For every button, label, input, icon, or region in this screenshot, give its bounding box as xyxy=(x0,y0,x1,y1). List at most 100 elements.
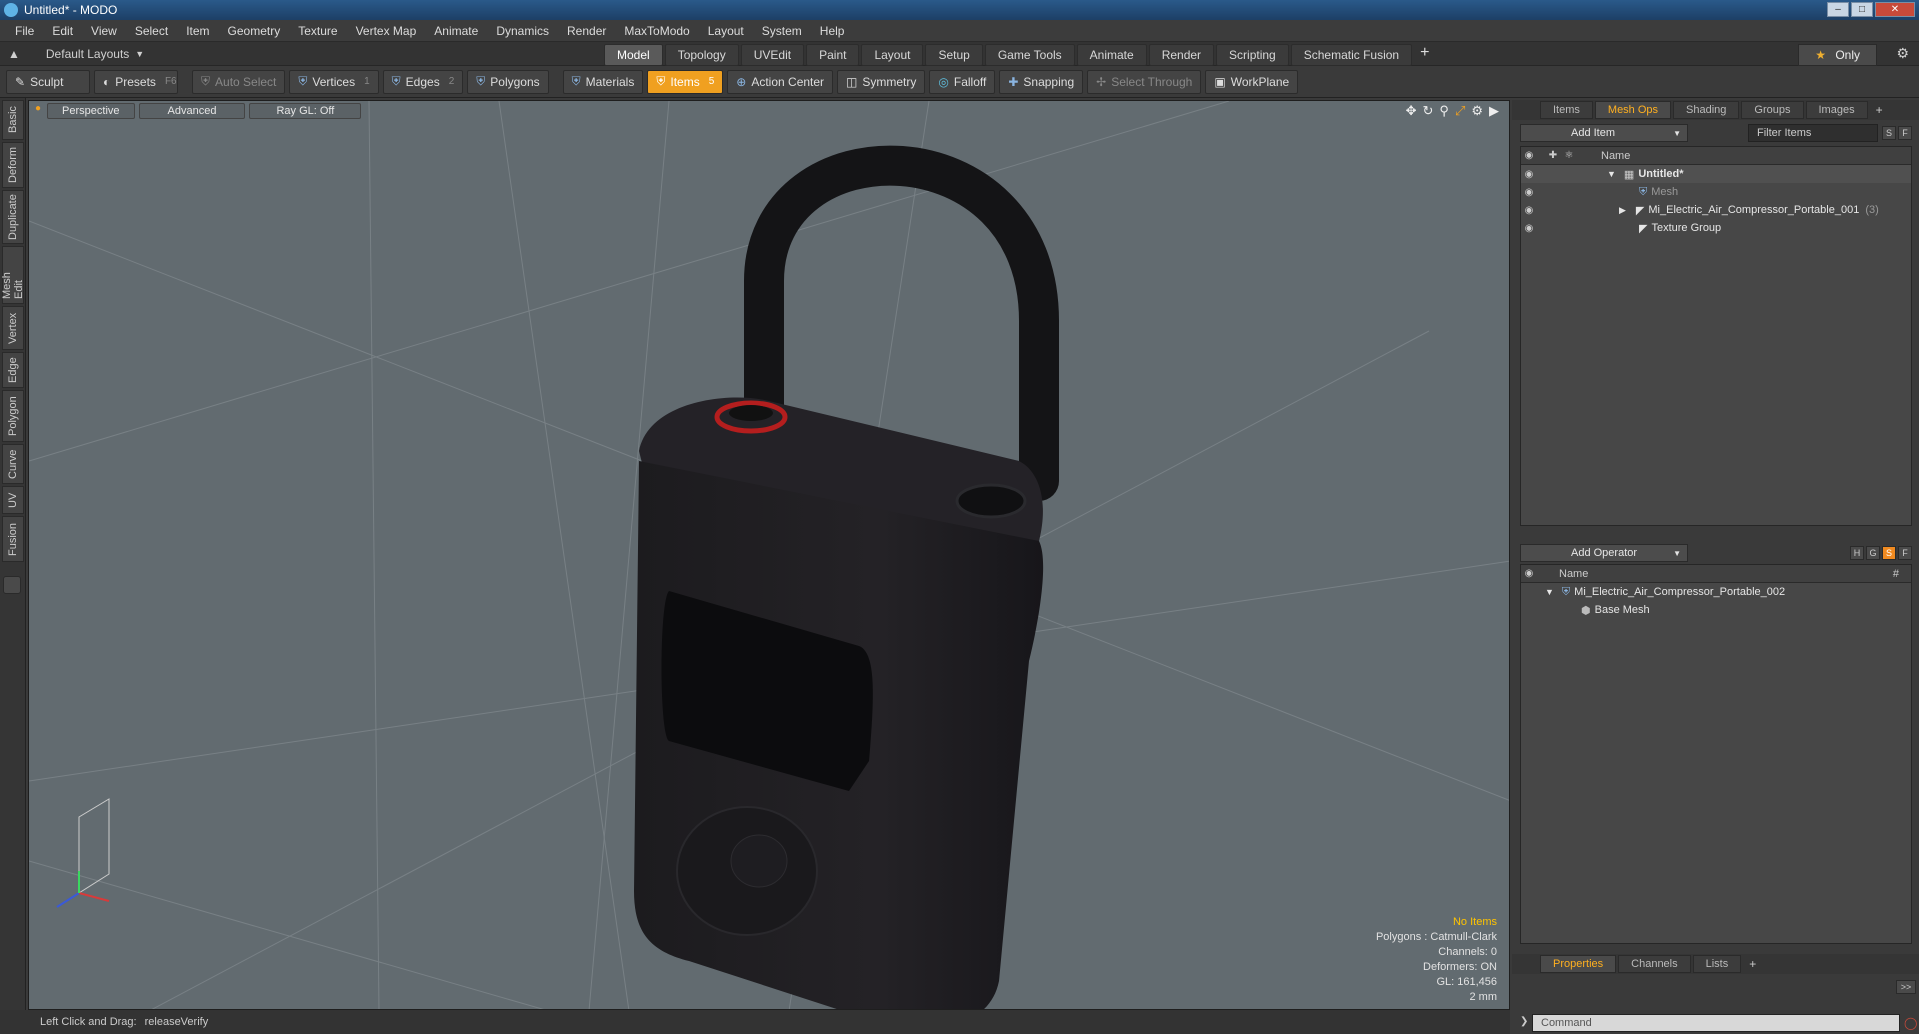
menu-animate[interactable]: Animate xyxy=(425,24,487,38)
tab-paint[interactable]: Paint xyxy=(806,44,860,66)
vtab-deform[interactable]: Deform xyxy=(2,142,24,188)
menu-texture[interactable]: Texture xyxy=(289,24,346,38)
operator-list[interactable]: ◉ Name # ▼ ⛨ Mi_Electric_Air_Compressor_… xyxy=(1520,564,1912,944)
list-item[interactable]: ▼ ⛨ Mi_Electric_Air_Compressor_Portable_… xyxy=(1521,583,1911,601)
auto-select-button[interactable]: ⛨ Auto Select xyxy=(192,69,286,94)
symmetry-button[interactable]: ◫ Symmetry xyxy=(837,69,926,94)
left-tabs-toggle[interactable] xyxy=(3,576,21,594)
menu-vertex-map[interactable]: Vertex Map xyxy=(347,24,426,38)
vtab-fusion[interactable]: Fusion xyxy=(2,516,24,562)
h-button[interactable]: H xyxy=(1850,546,1864,560)
tab-model[interactable]: Model xyxy=(604,44,663,66)
perspective-button[interactable]: Perspective xyxy=(47,103,135,119)
viewport-menu-icon[interactable]: ▶ xyxy=(1489,103,1499,119)
visibility-eye-icon[interactable]: ◉ xyxy=(1521,219,1537,237)
g-button[interactable]: G xyxy=(1866,546,1880,560)
visibility-eye-icon[interactable]: ◉ xyxy=(1521,165,1537,183)
add-item-button[interactable]: Add Item ▼ xyxy=(1520,124,1688,142)
materials-button[interactable]: ⛨ Materials xyxy=(562,69,644,94)
menu-render[interactable]: Render xyxy=(558,24,615,38)
expand-arrow-icon[interactable]: ▶ xyxy=(1619,205,1626,216)
tab-setup[interactable]: Setup xyxy=(925,44,983,66)
command-input[interactable]: Command xyxy=(1532,1014,1900,1032)
add-panel-tab-button[interactable]: + xyxy=(1876,103,1883,117)
tab-animate[interactable]: Animate xyxy=(1076,44,1147,66)
tab-scripting[interactable]: Scripting xyxy=(1216,44,1289,66)
vtab-vertex[interactable]: Vertex xyxy=(2,306,24,350)
menu-help[interactable]: Help xyxy=(811,24,854,38)
tab-groups[interactable]: Groups xyxy=(1741,101,1804,119)
tab-game-tools[interactable]: Game Tools xyxy=(984,44,1075,66)
vtab-uv[interactable]: UV xyxy=(2,486,24,514)
visibility-eye-icon[interactable]: ◉ xyxy=(1521,183,1537,201)
menu-select[interactable]: Select xyxy=(126,24,177,38)
tab-topology[interactable]: Topology xyxy=(664,44,739,66)
list-item[interactable]: ◉ ▶ ◤ Mi_Electric_Air_Compressor_Portabl… xyxy=(1521,201,1911,219)
select-through-button[interactable]: ✢ Select Through xyxy=(1087,69,1202,94)
gear-icon[interactable]: ⚙ xyxy=(1896,45,1909,62)
add-properties-tab-button[interactable]: + xyxy=(1749,957,1756,971)
tab-properties[interactable]: Properties xyxy=(1540,955,1617,973)
close-icon[interactable]: ✕ xyxy=(1875,2,1915,17)
tab-schematic-fusion[interactable]: Schematic Fusion xyxy=(1290,44,1413,66)
shading-button[interactable]: Advanced xyxy=(138,103,246,119)
vtab-mesh-edit[interactable]: Mesh Edit xyxy=(1,246,25,304)
vertices-button[interactable]: ⛨ Vertices 1 xyxy=(289,69,379,94)
move-view-icon[interactable]: ✥ xyxy=(1406,103,1417,119)
tab-images[interactable]: Images xyxy=(1805,101,1868,119)
menu-layout[interactable]: Layout xyxy=(699,24,753,38)
f-button[interactable]: F xyxy=(1898,546,1912,560)
list-item[interactable]: ◉ ⛨ Mesh xyxy=(1521,183,1911,201)
menu-edit[interactable]: Edit xyxy=(43,24,82,38)
action-center-button[interactable]: ⊕ Action Center xyxy=(727,69,834,94)
viewport-gear-icon[interactable]: ⚙ xyxy=(1471,103,1483,119)
minimize-icon[interactable]: – xyxy=(1827,2,1849,17)
edges-button[interactable]: ⛨ Edges 2 xyxy=(382,69,464,94)
presets-button[interactable]: ◐ Presets F6 xyxy=(94,69,178,94)
sculpt-button[interactable]: ✎ Sculpt xyxy=(6,69,90,94)
menu-system[interactable]: System xyxy=(753,24,811,38)
expand-button[interactable]: >> xyxy=(1896,980,1916,994)
workplane-button[interactable]: ▣ WorkPlane xyxy=(1205,69,1299,94)
s-filter-button[interactable]: S xyxy=(1882,126,1896,140)
tab-uvedit[interactable]: UVEdit xyxy=(740,44,805,66)
menu-dynamics[interactable]: Dynamics xyxy=(487,24,558,38)
tab-layout[interactable]: Layout xyxy=(861,44,924,66)
tab-render[interactable]: Render xyxy=(1148,44,1215,66)
only-button[interactable]: ★ Only xyxy=(1798,44,1877,66)
snapping-button[interactable]: ✚ Snapping xyxy=(999,69,1084,94)
zoom-view-icon[interactable]: ⚲ xyxy=(1439,103,1449,119)
menu-maxtomodo[interactable]: MaxToModo xyxy=(615,24,698,38)
vtab-curve[interactable]: Curve xyxy=(2,444,24,484)
vtab-polygon[interactable]: Polygon xyxy=(2,390,24,442)
rotate-view-icon[interactable]: ↻ xyxy=(1423,103,1434,119)
vtab-duplicate[interactable]: Duplicate xyxy=(2,190,24,244)
fit-view-icon[interactable]: ⤢ xyxy=(1455,103,1465,119)
falloff-button[interactable]: ◎ Falloff xyxy=(929,69,996,94)
f-filter-button[interactable]: F xyxy=(1898,126,1912,140)
list-item[interactable]: ◉ ▼ ▦ Untitled* xyxy=(1521,165,1911,183)
s-button[interactable]: S xyxy=(1882,546,1896,560)
maximize-icon[interactable]: □ xyxy=(1851,2,1873,17)
raygl-button[interactable]: Ray GL: Off xyxy=(249,103,362,119)
polygons-button[interactable]: ⛨ Polygons xyxy=(467,69,549,94)
add-operator-button[interactable]: Add Operator ▼ xyxy=(1520,544,1688,562)
menu-item[interactable]: Item xyxy=(177,24,218,38)
tab-shading[interactable]: Shading xyxy=(1673,101,1740,119)
add-tab-button[interactable]: + xyxy=(1420,44,1429,66)
vtab-basic[interactable]: Basic xyxy=(2,100,24,140)
tab-mesh-ops[interactable]: Mesh Ops xyxy=(1594,101,1672,119)
layout-select[interactable]: ▲ Default Layouts ▼ xyxy=(8,47,168,61)
3d-viewport[interactable]: ● Perspective Advanced Ray GL: Off ✥ ↻ ⚲… xyxy=(28,100,1510,1010)
visibility-eye-icon[interactable]: ◉ xyxy=(1521,201,1537,219)
menu-view[interactable]: View xyxy=(82,24,126,38)
tab-channels[interactable]: Channels xyxy=(1618,955,1691,973)
menu-geometry[interactable]: Geometry xyxy=(219,24,290,38)
expand-arrow-icon[interactable]: ▼ xyxy=(1545,587,1554,597)
tab-lists[interactable]: Lists xyxy=(1692,955,1742,973)
tab-items[interactable]: Items xyxy=(1540,101,1593,119)
filter-items-input[interactable]: Filter Items xyxy=(1748,124,1878,142)
vtab-edge[interactable]: Edge xyxy=(2,352,24,388)
list-item[interactable]: ◉ ◤ Texture Group xyxy=(1521,219,1911,237)
menu-file[interactable]: File xyxy=(6,24,43,38)
